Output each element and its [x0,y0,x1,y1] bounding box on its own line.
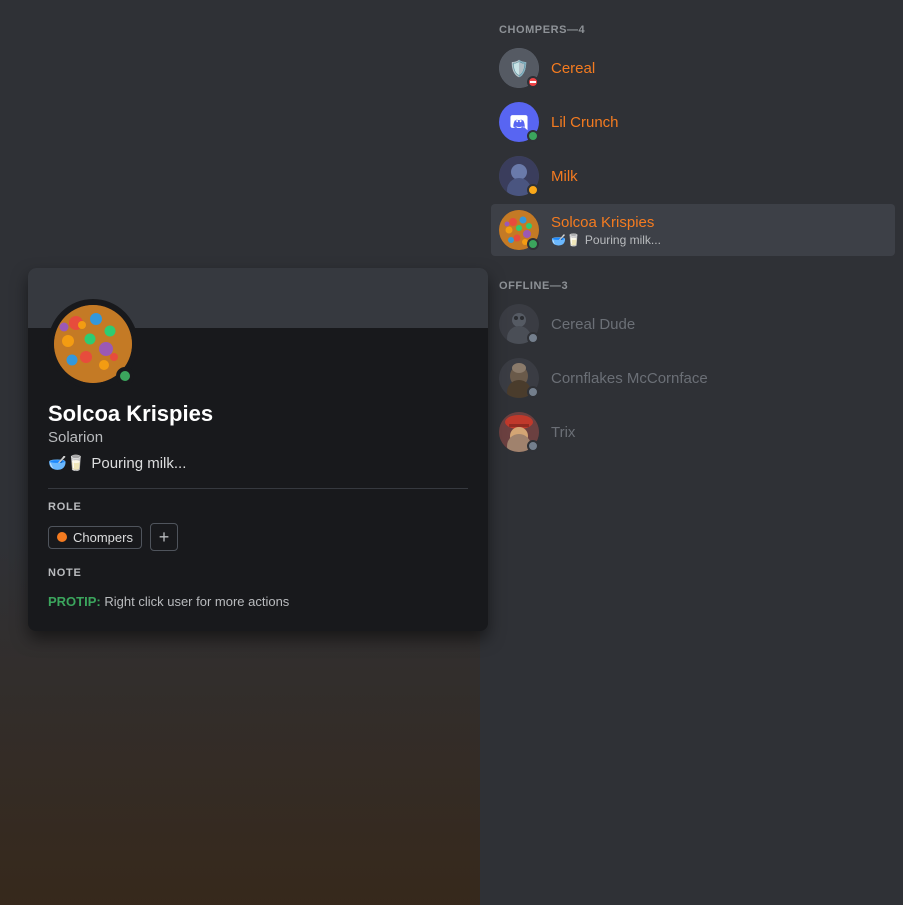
member-list: CHOMPERS—4 🛡️ Cereal [483,0,903,905]
member-item-cereal-dude[interactable]: Cereal Dude [491,298,895,350]
note-section: NOTE [48,567,468,579]
member-item-cereal[interactable]: 🛡️ Cereal [491,42,895,94]
discord-logo-icon [507,113,531,131]
role-list: Chompers + [48,523,468,551]
profile-avatar-wrap [48,299,138,389]
solcoa-activity: 🥣🥛 Pouring milk... [551,233,887,247]
solcoa-name: Solcoa Krispies [551,214,887,231]
cereal-dude-status [527,332,539,344]
trix-info: Trix [551,424,887,441]
profile-divider [48,488,468,489]
solcoa-activity-text: Pouring milk... [585,233,661,247]
member-item-solcoa[interactable]: Solcoa Krispies 🥣🥛 Pouring milk... [491,204,895,256]
protip-row: PROTIP: Right click user for more action… [48,593,468,611]
lilcrunch-status-online [527,130,539,142]
cornflakes-status [527,386,539,398]
cereal-member-info: Cereal [551,60,887,77]
member-item-milk[interactable]: Milk [491,150,895,202]
role-dot-chompers [57,532,67,542]
trix-avatar-wrap [499,412,539,452]
profile-name: Solcoa Krispies [48,401,468,427]
cereal-avatar-wrap: 🛡️ [499,48,539,88]
milk-member-info: Milk [551,168,887,185]
cornflakes-info: Cornflakes McCornface [551,370,887,387]
role-add-button[interactable]: + [150,523,178,551]
profile-popup: Solcoa Krispies Solarion 🥣🥛 Pouring milk… [28,268,488,631]
trix-status [527,440,539,452]
lilcrunch-name: Lil Crunch [551,114,887,131]
svg-text:🛡️: 🛡️ [509,59,529,78]
profile-activity-text: Pouring milk... [91,455,186,472]
cereal-dude-info: Cereal Dude [551,316,887,333]
member-item-cornflakes[interactable]: Cornflakes McCornface [491,352,895,404]
cereal-status-dnd [527,76,539,88]
profile-body: Solcoa Krispies Solarion 🥣🥛 Pouring milk… [28,328,488,631]
role-section-label: ROLE [48,501,468,513]
note-label: NOTE [48,567,468,579]
solcoa-avatar-wrap [499,210,539,250]
role-badge-chompers: Chompers [48,526,142,549]
cereal-dude-name: Cereal Dude [551,316,887,333]
milk-status-idle [527,184,539,196]
protip-text: Right click user for more actions [104,594,289,609]
profile-activity: 🥣🥛 Pouring milk... [48,454,468,472]
offline-section-header: OFFLINE—3 [491,272,895,298]
cornflakes-avatar-wrap [499,358,539,398]
member-item-trix[interactable]: Trix [491,406,895,458]
role-badge-label: Chompers [73,530,133,545]
profile-discriminator: Solarion [48,429,468,446]
solcoa-member-info: Solcoa Krispies 🥣🥛 Pouring milk... [551,214,887,247]
solcoa-activity-icon: 🥣🥛 [551,233,581,247]
profile-activity-icon: 🥣🥛 [48,454,85,472]
cereal-dude-avatar-wrap [499,304,539,344]
cornflakes-name: Cornflakes McCornface [551,370,887,387]
profile-status-dot [116,367,134,385]
solcoa-status-online [527,238,539,250]
protip-label: PROTIP: [48,594,101,609]
trix-name: Trix [551,424,887,441]
lilcrunch-member-info: Lil Crunch [551,114,887,131]
lilcrunch-avatar-wrap [499,102,539,142]
milk-avatar-wrap [499,156,539,196]
chompers-section-header: CHOMPERS—4 [491,16,895,42]
milk-name: Milk [551,168,887,185]
cereal-name: Cereal [551,60,887,77]
member-item-lilcrunch[interactable]: Lil Crunch [491,96,895,148]
